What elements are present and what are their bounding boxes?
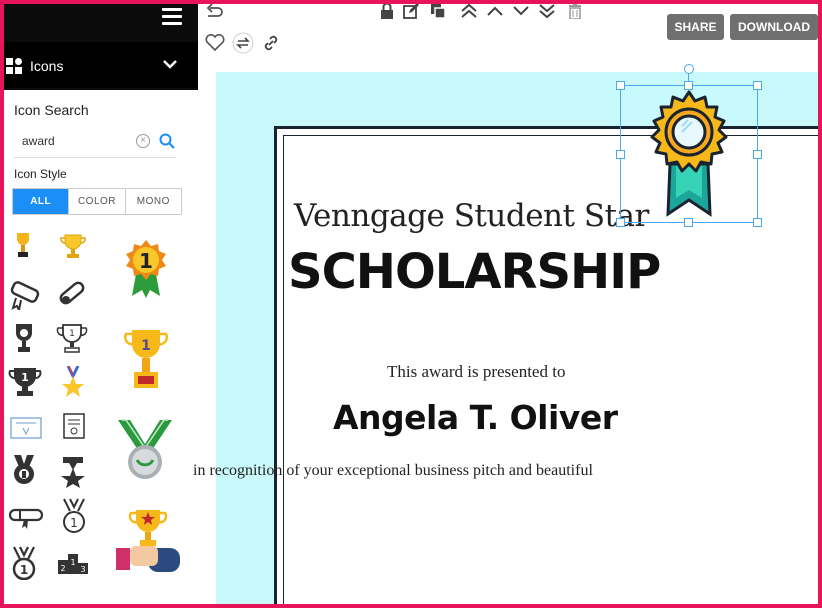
diploma-ribbon-icon[interactable] — [56, 278, 88, 310]
resize-handle-bottom-left[interactable] — [616, 218, 625, 227]
search-icon[interactable] — [158, 132, 176, 150]
svg-text:1: 1 — [139, 249, 153, 273]
certificate-title[interactable]: SCHOLARSHIP — [288, 244, 661, 300]
trophy-gold-number-one-icon[interactable]: 1 — [124, 326, 168, 392]
svg-text:1: 1 — [20, 563, 28, 577]
resize-handle-bottom-right[interactable] — [753, 218, 762, 227]
svg-text:1: 1 — [70, 516, 78, 530]
svg-text:1: 1 — [69, 329, 75, 339]
certificate-icon[interactable] — [10, 416, 42, 440]
style-option-all[interactable]: ALL — [13, 189, 70, 214]
chevron-down-icon[interactable] — [162, 56, 178, 72]
apps-grid-icon — [4, 56, 22, 74]
diploma-scroll-icon[interactable] — [8, 280, 44, 310]
resize-handle-top[interactable] — [684, 81, 693, 90]
certificate-subtitle[interactable]: Venngage Student Star — [294, 198, 649, 234]
svg-text:1: 1 — [141, 338, 151, 354]
medal-dark-icon[interactable] — [10, 454, 38, 486]
svg-text:1: 1 — [21, 371, 29, 384]
swap-icon[interactable] — [232, 32, 254, 54]
diploma-dark-icon[interactable] — [8, 506, 44, 530]
heart-icon[interactable] — [205, 34, 225, 52]
certificate-presented-text[interactable]: This award is presented to — [387, 362, 565, 382]
svg-text:1: 1 — [70, 558, 75, 567]
certificate-recognition-text[interactable]: in recognition of your exceptional busin… — [193, 462, 593, 480]
medal-number-one-icon[interactable]: 1 — [122, 238, 170, 300]
resize-handle-left[interactable] — [616, 150, 625, 159]
send-to-back-icon[interactable] — [538, 3, 556, 19]
clear-search-icon[interactable]: × — [136, 134, 150, 148]
trophy-dark-icon[interactable] — [12, 322, 36, 356]
undo-icon[interactable] — [206, 2, 224, 18]
panel-header: Icons — [4, 4, 198, 90]
selection-box — [620, 85, 758, 223]
recipient-name[interactable]: Angela T. Oliver — [333, 398, 618, 437]
edit-icon[interactable] — [403, 3, 419, 19]
section-title: Icons — [30, 58, 64, 74]
icon-search-input[interactable] — [22, 134, 134, 148]
podium-icon[interactable]: 213 — [56, 550, 90, 576]
trophy-number-one-outline-icon[interactable]: 1 — [56, 322, 88, 356]
certificate-document-icon[interactable] — [62, 412, 86, 444]
svg-text:3: 3 — [80, 565, 85, 574]
medal-number-one-outline-icon[interactable]: 1 — [60, 498, 88, 534]
svg-text:2: 2 — [60, 564, 65, 573]
icon-search-box: × — [14, 126, 176, 158]
bring-to-front-icon[interactable] — [460, 3, 478, 19]
resize-handle-top-right[interactable] — [753, 81, 762, 90]
icon-style-toggle: ALL COLOR MONO — [12, 188, 182, 215]
bring-forward-icon[interactable] — [486, 5, 504, 17]
medal-star-dark-icon[interactable] — [60, 456, 86, 488]
download-button[interactable]: DOWNLOAD — [730, 14, 818, 40]
trash-icon[interactable] — [568, 3, 582, 19]
style-option-mono[interactable]: MONO — [126, 189, 181, 214]
icon-search-label: Icon Search — [14, 102, 89, 118]
resize-handle-top-left[interactable] — [616, 81, 625, 90]
icons-section-header[interactable]: Icons — [4, 42, 198, 88]
trophy-number-one-dark-icon[interactable]: 1 — [8, 366, 42, 398]
style-option-color[interactable]: COLOR — [69, 189, 126, 214]
trophy-outline-icon[interactable] — [58, 232, 88, 262]
resize-handle-bottom[interactable] — [684, 218, 693, 227]
medal-number-one-dark-icon[interactable]: 1 — [10, 546, 38, 580]
resize-handle-right[interactable] — [753, 150, 762, 159]
rotation-handle[interactable] — [684, 64, 694, 74]
lock-icon[interactable] — [380, 3, 394, 19]
share-button[interactable]: SHARE — [667, 14, 724, 40]
medal-star-icon[interactable] — [62, 366, 84, 398]
medal-silver-wreath-icon[interactable] — [114, 416, 176, 482]
link-icon[interactable] — [262, 34, 280, 52]
menu-icon[interactable] — [162, 8, 182, 26]
icon-panel: Icons Icon Search × Icon Style ALL COLOR… — [4, 4, 198, 604]
hand-holding-trophy-icon[interactable] — [114, 508, 180, 572]
send-backward-icon[interactable] — [512, 5, 530, 17]
trophy-gold-small-icon[interactable] — [12, 230, 34, 262]
icon-style-label: Icon Style — [14, 167, 67, 181]
duplicate-icon[interactable] — [430, 3, 446, 19]
